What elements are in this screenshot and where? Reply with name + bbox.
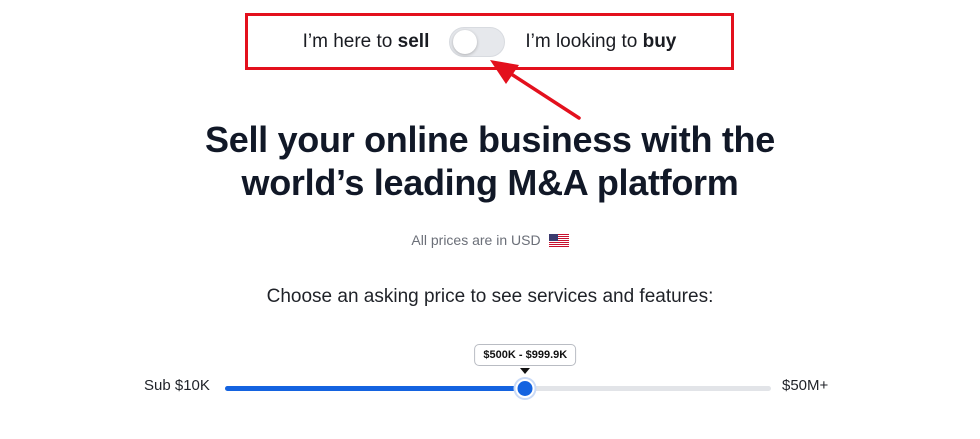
currency-note-text: All prices are in USD — [411, 232, 541, 248]
asking-price-slider: Sub $10K $500K - $999.9K $50M+ — [0, 340, 980, 410]
slider-min-label: Sub $10K — [144, 377, 210, 394]
slider-track-fill — [225, 386, 526, 391]
slider-thumb[interactable] — [515, 379, 535, 398]
slider-value-tooltip: $500K - $999.9K — [474, 344, 577, 366]
tooltip-pointer — [520, 368, 531, 374]
toggle-highlight-box: I’m here to sell I’m looking to buy — [245, 13, 734, 70]
headline-line-2: world’s leading M&A platform — [241, 162, 739, 203]
buy-option-label[interactable]: I’m looking to buy — [525, 31, 676, 53]
headline-line-1: Sell your online business with the — [205, 119, 775, 160]
slider-max-label: $50M+ — [782, 377, 829, 394]
page-headline: Sell your online business with the world… — [0, 118, 980, 204]
asking-price-prompt: Choose an asking price to see services a… — [266, 286, 714, 307]
us-flag-icon — [548, 233, 569, 247]
sell-option-label[interactable]: I’m here to sell — [303, 31, 430, 53]
toggle-knob — [453, 29, 478, 54]
sell-buy-toggle-row: I’m here to sell I’m looking to buy — [248, 16, 731, 67]
slider-track[interactable] — [225, 386, 771, 391]
sell-buy-toggle-switch[interactable] — [449, 26, 506, 57]
currency-note: All prices are in USD — [0, 232, 980, 248]
